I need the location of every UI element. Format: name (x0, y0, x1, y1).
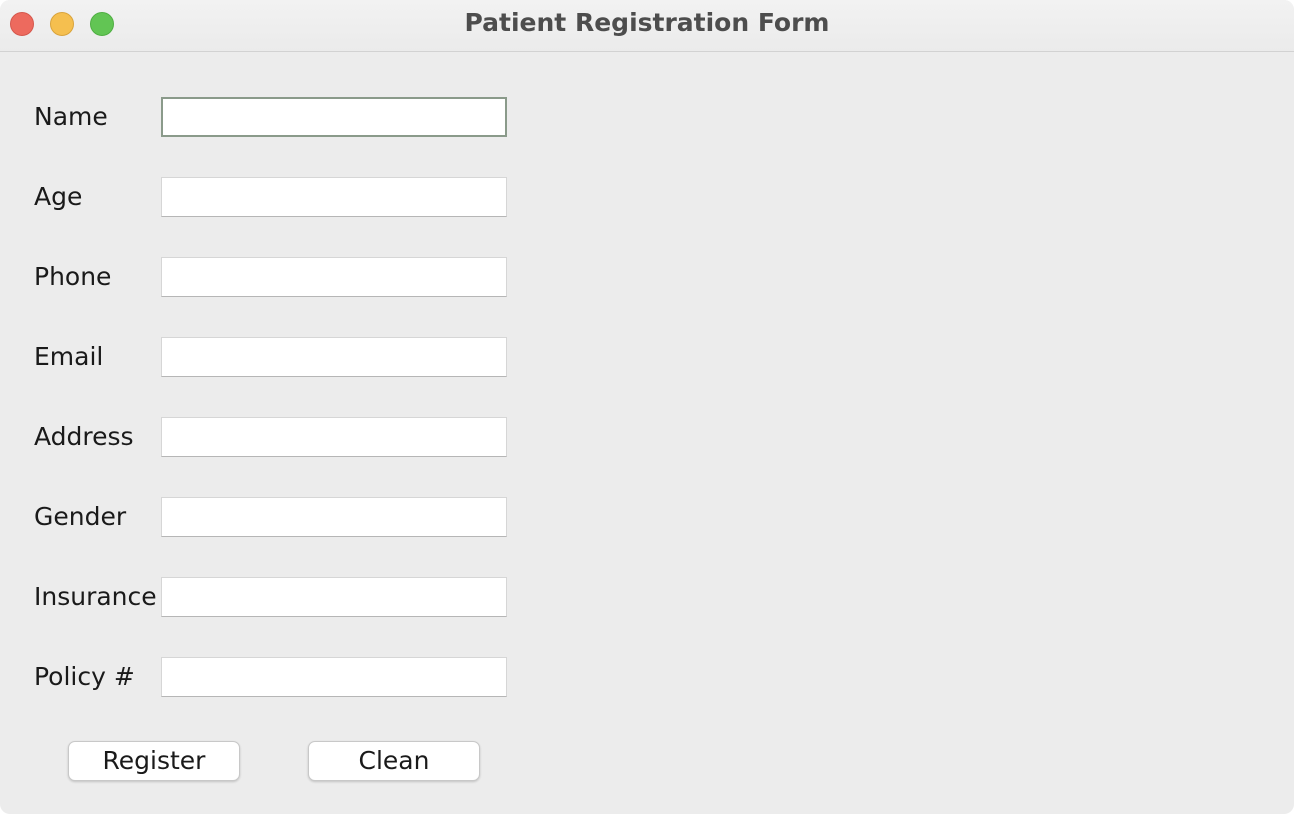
address-field[interactable] (161, 417, 507, 457)
phone-field[interactable] (161, 257, 507, 297)
address-label: Address (34, 422, 134, 451)
window-title: Patient Registration Form (464, 8, 830, 37)
phone-label: Phone (34, 262, 112, 291)
email-field[interactable] (161, 337, 507, 377)
app-window: Patient Registration Form Name Age Phone… (0, 0, 1294, 814)
policy-number-field[interactable] (161, 657, 507, 697)
name-field[interactable] (161, 97, 507, 137)
name-label: Name (34, 102, 108, 131)
age-label: Age (34, 182, 83, 211)
register-button[interactable]: Register (68, 741, 240, 781)
title-bar[interactable]: Patient Registration Form (0, 0, 1294, 52)
email-label: Email (34, 342, 104, 371)
insurance-field[interactable] (161, 577, 507, 617)
gender-field[interactable] (161, 497, 507, 537)
policy-number-label: Policy # (34, 662, 135, 691)
gender-label: Gender (34, 502, 127, 531)
insurance-label: Insurance (34, 582, 157, 611)
clean-button[interactable]: Clean (308, 741, 480, 781)
age-field[interactable] (161, 177, 507, 217)
